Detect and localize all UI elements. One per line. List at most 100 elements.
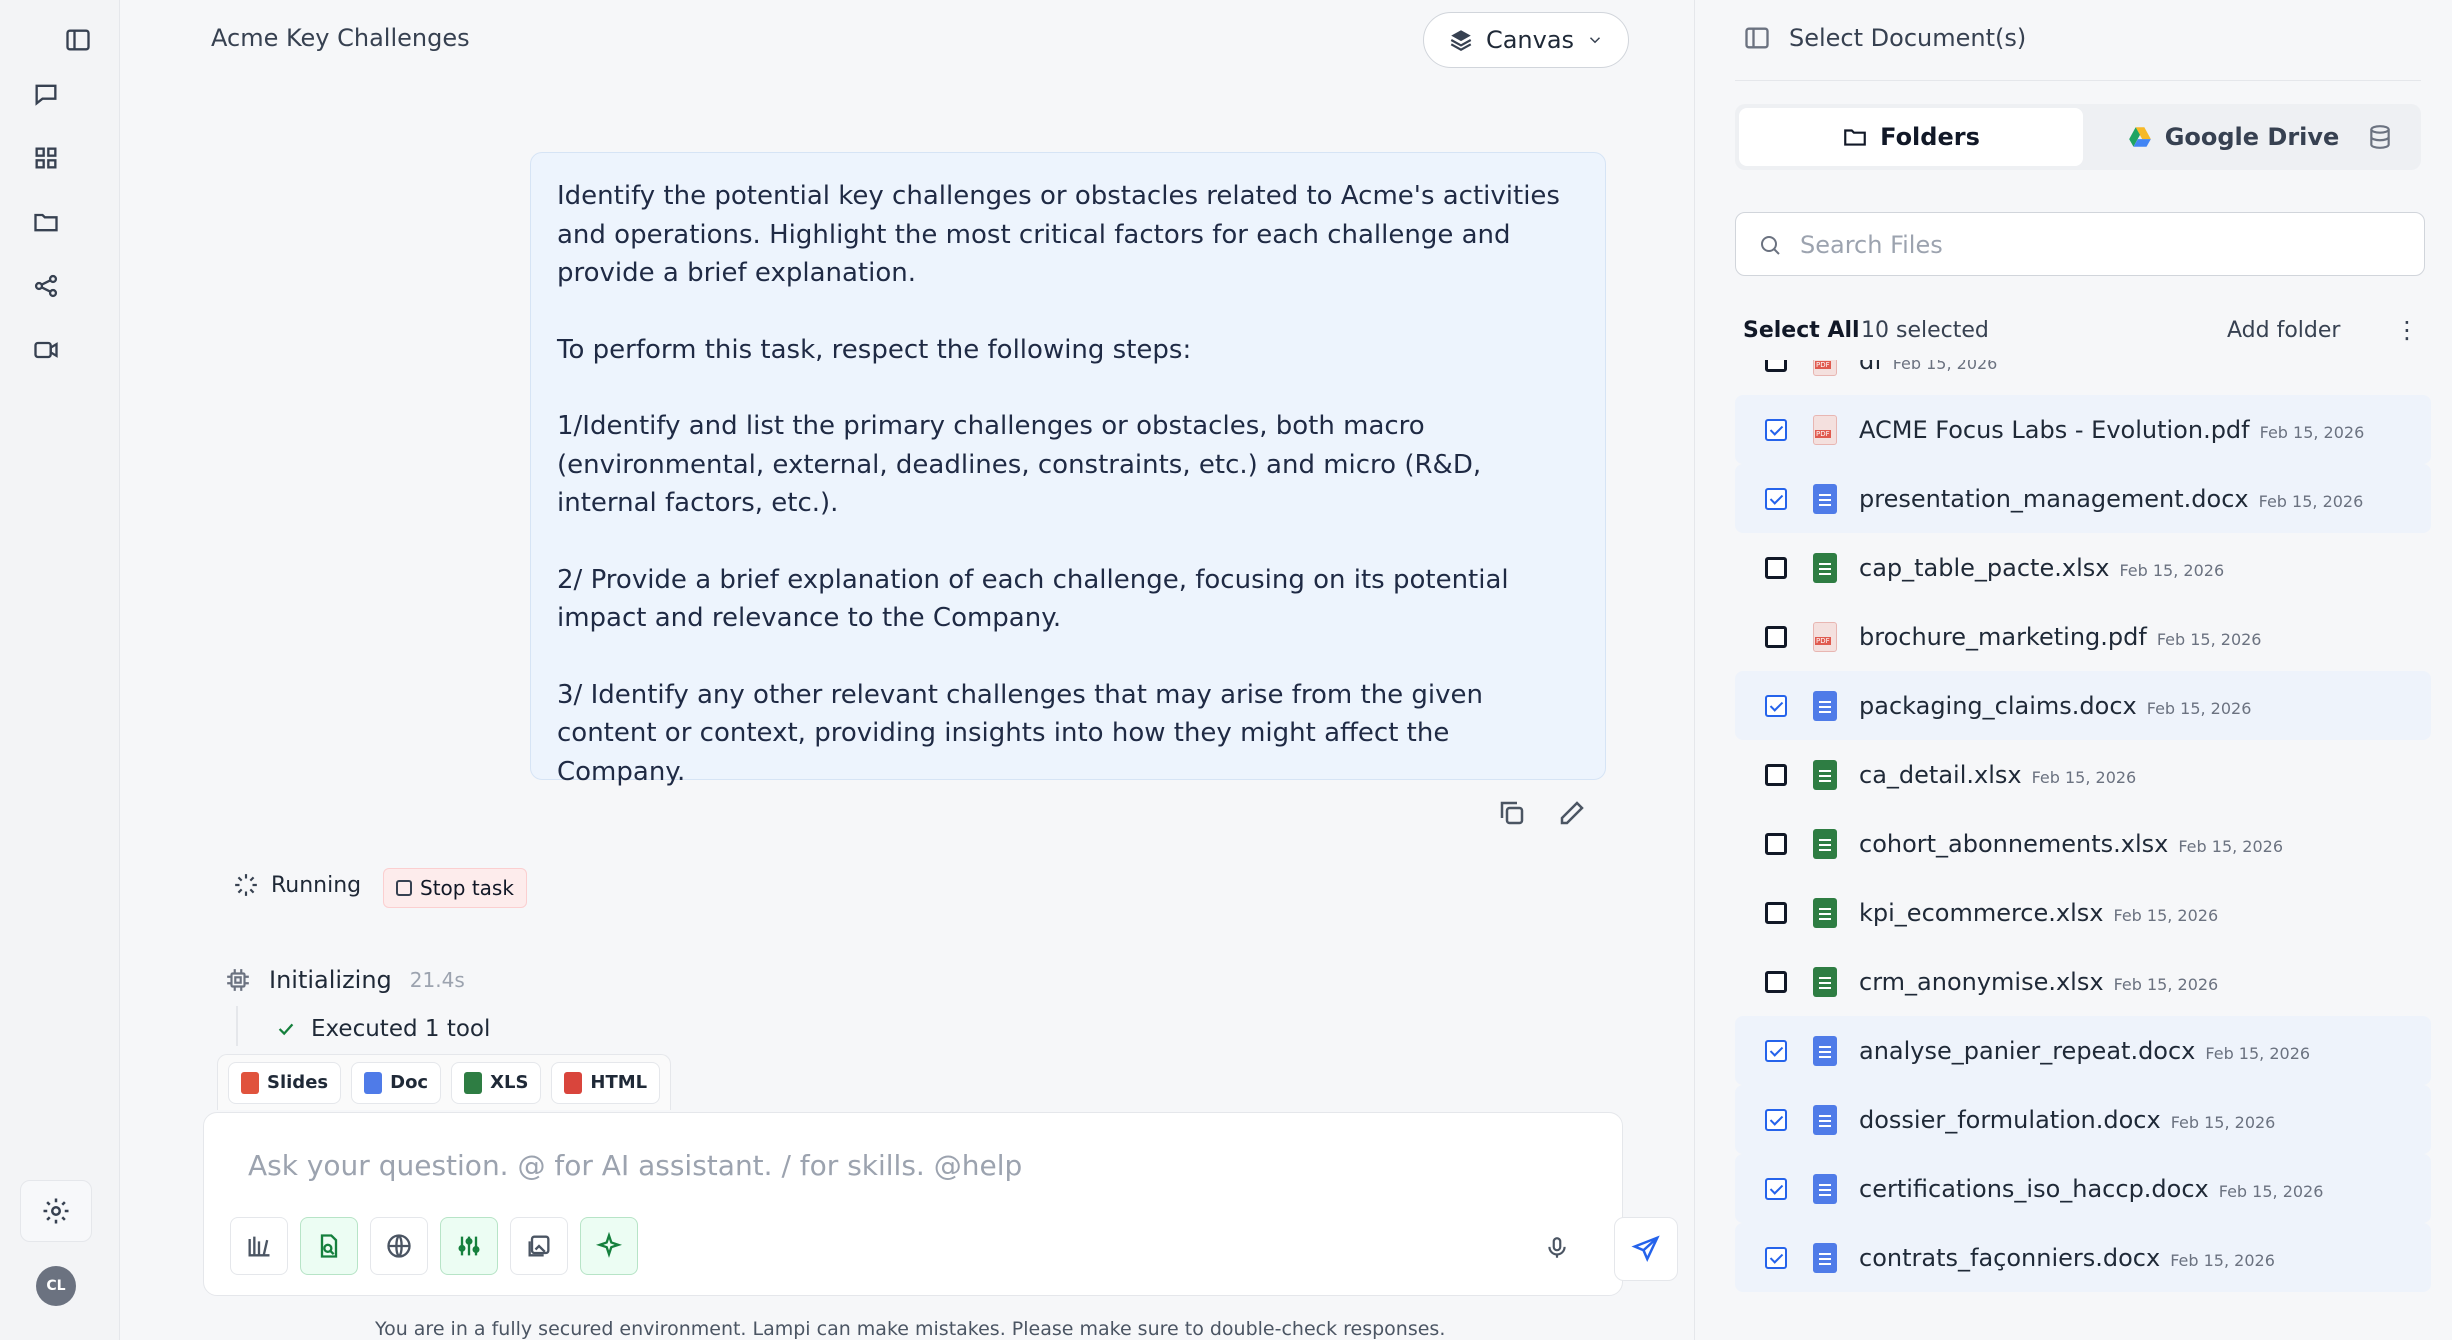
send-button[interactable] [1614, 1217, 1678, 1281]
sliders-icon [458, 1236, 480, 1256]
format-xls-button[interactable]: XLS [451, 1061, 542, 1104]
file-checkbox[interactable] [1765, 1108, 1787, 1131]
microphone-button[interactable] [1544, 1235, 1570, 1265]
docx-file-icon [1813, 690, 1837, 721]
file-checkbox[interactable] [1765, 970, 1787, 993]
image-icon [528, 1235, 550, 1257]
settings-sliders-button[interactable] [440, 1217, 498, 1275]
file-row[interactable]: ACME Focus Labs - Evolution.pdf Feb 15, 2… [1735, 395, 2431, 464]
file-date: Feb 15, 2026 [2205, 1043, 2311, 1063]
file-date: Feb 15, 2026 [2113, 905, 2219, 925]
copy-icon[interactable] [1497, 798, 1527, 828]
output-format-row: Slides Doc XLS HTML [217, 1054, 672, 1110]
initializing-time: 21.4s [409, 968, 465, 992]
file-name: contrats_façonniers.docx Feb 15, 2026 [1859, 1244, 2275, 1272]
composer-tools [230, 1217, 638, 1275]
file-row[interactable]: brochure_marketing.pdf Feb 15, 2026 [1735, 602, 2431, 671]
format-slides-button[interactable]: Slides [228, 1061, 342, 1104]
canvas-button[interactable]: Canvas [1423, 12, 1629, 68]
database-icon [2370, 125, 2390, 149]
stop-task-button[interactable]: Stop task [383, 868, 527, 908]
library-button[interactable] [230, 1217, 288, 1275]
search-input[interactable] [1800, 223, 2400, 267]
tab-google-drive-label: Google Drive [2164, 123, 2340, 151]
file-search-icon [320, 1234, 338, 1258]
file-list: dfFeb 15, 2026ACME Focus Labs - Evolutio… [1735, 360, 2431, 1340]
composer-input[interactable]: Ask your question. @ for AI assistant. /… [248, 1149, 1022, 1182]
documents-button[interactable] [300, 1217, 358, 1275]
avatar[interactable]: CL [36, 1266, 76, 1306]
message-paragraph: 3/ Identify any other relevant challenge… [557, 679, 1484, 787]
user-message: Identify the potential key challenges or… [530, 152, 1606, 787]
file-checkbox[interactable] [1765, 360, 1787, 372]
message-paragraph: 1/Identify and list the primary challeng… [557, 411, 1482, 518]
more-options-icon[interactable]: ⋮ [2395, 316, 2419, 344]
xlsx-file-icon [1813, 966, 1837, 997]
file-name-text: certifications_iso_haccp.docx [1859, 1174, 2209, 1203]
microphone-icon [1548, 1237, 1566, 1258]
file-checkbox[interactable] [1765, 832, 1787, 855]
file-checkbox[interactable] [1765, 1246, 1787, 1269]
file-checkbox[interactable] [1765, 487, 1787, 510]
video-icon[interactable] [26, 330, 66, 370]
globe-icon [387, 1234, 411, 1258]
file-date: Feb 15, 2026 [2156, 629, 2262, 649]
google-drive-icon [2128, 127, 2151, 147]
share-icon[interactable] [26, 266, 66, 306]
file-row[interactable]: packaging_claims.docx Feb 15, 2026 [1735, 671, 2431, 740]
file-row[interactable]: cap_table_pacte.xlsx Feb 15, 2026 [1735, 533, 2431, 602]
file-name: brochure_marketing.pdf Feb 15, 2026 [1859, 623, 2261, 651]
chat-main: Acme Key Challenges Canvas Identify the … [121, 0, 1693, 1340]
file-row[interactable]: analyse_panier_repeat.docx Feb 15, 2026 [1735, 1016, 2431, 1085]
apps-grid-icon[interactable] [26, 138, 66, 178]
file-checkbox[interactable] [1765, 556, 1787, 579]
tab-google-drive[interactable]: Google Drive [2083, 108, 2383, 166]
chat-icon[interactable] [26, 74, 66, 114]
toggle-sidebar-icon[interactable] [58, 20, 98, 60]
file-date: Feb 15, 2026 [2258, 491, 2364, 511]
file-checkbox[interactable] [1765, 1177, 1787, 1200]
format-html-button[interactable]: HTML [551, 1061, 661, 1104]
folder-icon[interactable] [26, 202, 66, 242]
tab-folders[interactable]: Folders [1739, 108, 2083, 166]
file-row[interactable]: presentation_management.docx Feb 15, 2026 [1735, 464, 2431, 533]
doc-icon [364, 1071, 383, 1094]
layers-icon [1450, 30, 1472, 51]
format-doc-button[interactable]: Doc [351, 1061, 442, 1104]
web-search-button[interactable] [370, 1217, 428, 1275]
file-row[interactable]: ca_detail.xlsx Feb 15, 2026 [1735, 740, 2431, 809]
file-row[interactable]: df Feb 15, 2026 [1735, 360, 2431, 395]
file-row[interactable]: certifications_iso_haccp.docx Feb 15, 202… [1735, 1154, 2431, 1223]
image-button[interactable] [510, 1217, 568, 1275]
file-row[interactable]: kpi_ecommerce.xlsx Feb 15, 2026 [1735, 878, 2431, 947]
file-row[interactable]: dossier_formulation.docx Feb 15, 2026 [1735, 1085, 2431, 1154]
file-row[interactable]: crm_anonymise.xlsx Feb 15, 2026 [1735, 947, 2431, 1016]
add-folder-button[interactable]: Add folder [2227, 318, 2340, 343]
selected-count: 10 selected [1861, 318, 1989, 343]
file-name: certifications_iso_haccp.docx Feb 15, 202… [1859, 1175, 2323, 1203]
file-name-text: df [1859, 360, 1883, 375]
file-checkbox[interactable] [1765, 694, 1787, 717]
edit-icon[interactable] [1557, 798, 1587, 828]
file-checkbox[interactable] [1765, 1039, 1787, 1062]
file-checkbox[interactable] [1765, 625, 1787, 648]
database-button[interactable] [2367, 124, 2393, 154]
canvas-label: Canvas [1485, 26, 1575, 54]
ai-sparkle-button[interactable] [580, 1217, 638, 1275]
file-checkbox[interactable] [1765, 901, 1787, 924]
select-all-button[interactable]: Select All [1743, 318, 1860, 343]
settings-button[interactable] [20, 1180, 92, 1242]
file-checkbox[interactable] [1765, 418, 1787, 441]
panel-header: Select Document(s) [1743, 24, 2026, 52]
panel-toggle-icon[interactable] [1743, 24, 1771, 52]
running-label: Running [271, 872, 362, 898]
file-checkbox[interactable] [1765, 763, 1787, 786]
executed-tool[interactable]: Executed 1 tool [275, 1016, 490, 1042]
file-name: df Feb 15, 2026 [1859, 360, 1997, 375]
pdf-file-icon [1813, 414, 1837, 445]
file-row[interactable]: contrats_façonniers.docx Feb 15, 2026 [1735, 1223, 2431, 1292]
file-search [1735, 212, 2425, 276]
file-row[interactable]: cohort_abonnements.xlsx Feb 15, 2026 [1735, 809, 2431, 878]
stop-task-label: Stop task [420, 876, 514, 900]
folder-icon [1844, 129, 1866, 146]
